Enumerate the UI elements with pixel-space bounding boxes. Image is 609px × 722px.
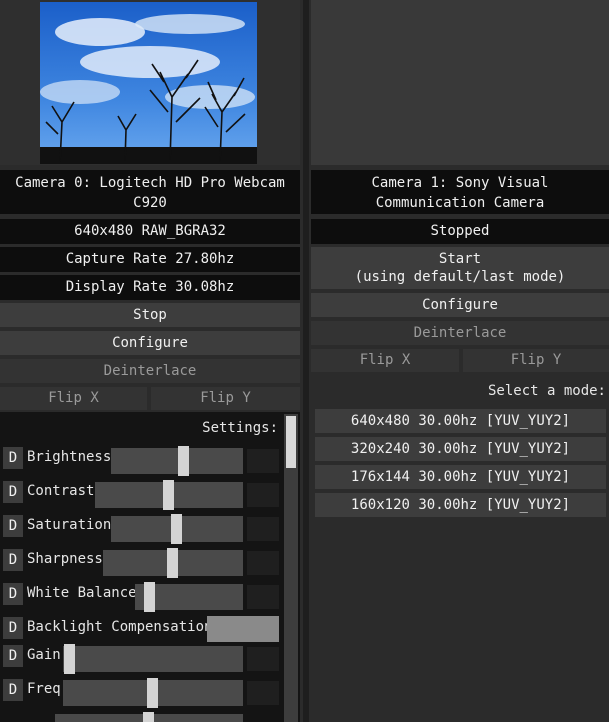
camera0-preview-area <box>0 0 300 165</box>
camera1-status: Stopped <box>311 219 609 244</box>
mode-option[interactable]: 320x240 30.00hz [YUV_YUY2] <box>315 437 606 461</box>
saturation-slider-knob[interactable] <box>171 514 182 544</box>
camera1-title: Camera 1: Sony Visual Communication Came… <box>311 170 609 214</box>
gain-slider[interactable] <box>63 646 243 672</box>
camera0-panel: Camera 0: Logitech HD Pro Webcam C920 64… <box>0 0 302 722</box>
camera1-preview-area <box>311 0 609 165</box>
camera1-panel: Camera 1: Sony Visual Communication Came… <box>309 0 609 722</box>
white-balance-label: White Balance <box>27 585 137 601</box>
white-balance-slider-knob[interactable] <box>144 582 155 612</box>
contrast-value-box[interactable] <box>247 483 279 507</box>
white-balance-default-button[interactable]: D <box>3 583 23 605</box>
stop-button[interactable]: Stop <box>0 303 300 327</box>
contrast-slider-knob[interactable] <box>163 480 174 510</box>
white-balance-value-box[interactable] <box>247 585 279 609</box>
brightness-label: Brightness <box>27 449 112 465</box>
freq-value-box[interactable] <box>247 681 279 705</box>
camera0-flip-x-button[interactable]: Flip X <box>0 387 147 410</box>
saturation-label: Saturation <box>27 517 112 533</box>
camera0-deinterlace-button[interactable]: Deinterlace <box>0 359 300 383</box>
start-button[interactable]: Start (using default/last mode) <box>311 247 609 289</box>
mode-option[interactable]: 640x480 30.00hz [YUV_YUY2] <box>315 409 606 433</box>
gain-value-box[interactable] <box>247 647 279 671</box>
camera0-capture-rate: Capture Rate 27.80hz <box>0 247 300 272</box>
backlight-compensation-label: Backlight Compensation <box>27 619 213 635</box>
camera0-preview-image <box>40 2 257 164</box>
freq-label: Freq <box>27 681 61 697</box>
camera0-format: 640x480 RAW_BGRA32 <box>0 219 300 244</box>
camera0-configure-button[interactable]: Configure <box>0 331 300 355</box>
camera0-title: Camera 0: Logitech HD Pro Webcam C920 <box>0 170 300 214</box>
gain-slider-knob[interactable] <box>64 644 75 674</box>
camera0-display-rate: Display Rate 30.08hz <box>0 275 300 300</box>
next-setting-slider-knob[interactable] <box>143 712 154 722</box>
camera0-settings-panel: Settings: D Brightness D Contrast D Satu… <box>0 412 300 722</box>
camera1-flip-y-button[interactable]: Flip Y <box>463 349 609 372</box>
contrast-default-button[interactable]: D <box>3 481 23 503</box>
backlight-compensation-slider[interactable] <box>207 616 279 642</box>
settings-label: Settings: <box>202 420 278 436</box>
gain-default-button[interactable]: D <box>3 645 23 667</box>
freq-default-button[interactable]: D <box>3 679 23 701</box>
camera1-flip-x-button[interactable]: Flip X <box>311 349 459 372</box>
backlight-compensation-default-button[interactable]: D <box>3 617 23 639</box>
brightness-default-button[interactable]: D <box>3 447 23 469</box>
brightness-slider[interactable] <box>111 448 243 474</box>
camera0-flip-y-button[interactable]: Flip Y <box>151 387 300 410</box>
saturation-value-box[interactable] <box>247 517 279 541</box>
sharpness-value-box[interactable] <box>247 551 279 575</box>
gain-label: Gain <box>27 647 61 663</box>
saturation-default-button[interactable]: D <box>3 515 23 537</box>
camera1-configure-button[interactable]: Configure <box>311 293 609 317</box>
brightness-slider-knob[interactable] <box>178 446 189 476</box>
sharpness-slider-knob[interactable] <box>167 548 178 578</box>
mode-option[interactable]: 176x144 30.00hz [YUV_YUY2] <box>315 465 606 489</box>
camera1-deinterlace-button[interactable]: Deinterlace <box>311 321 609 345</box>
sharpness-default-button[interactable]: D <box>3 549 23 571</box>
settings-scrollbar-thumb[interactable] <box>286 416 296 468</box>
freq-slider-knob[interactable] <box>147 678 158 708</box>
contrast-label: Contrast <box>27 483 95 499</box>
brightness-value-box[interactable] <box>247 449 279 473</box>
select-mode-label: Select a mode: <box>487 383 606 399</box>
mode-option[interactable]: 160x120 30.00hz [YUV_YUY2] <box>315 493 606 517</box>
sharpness-label: Sharpness <box>27 551 103 567</box>
